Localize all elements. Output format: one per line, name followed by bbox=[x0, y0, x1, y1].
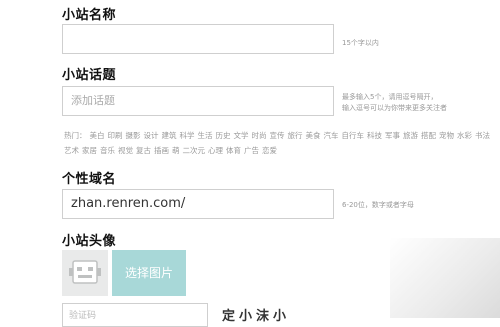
hot-topic-tag[interactable]: 科学 bbox=[180, 131, 195, 140]
hot-topic-tag[interactable]: 摄影 bbox=[126, 131, 141, 140]
hot-topic-tag[interactable]: 设计 bbox=[144, 131, 159, 140]
hot-topic-tag[interactable]: 历史 bbox=[216, 131, 231, 140]
hot-topic-tag[interactable]: 建筑 bbox=[162, 131, 177, 140]
hot-topic-tag[interactable]: 汽车 bbox=[324, 131, 339, 140]
blurred-corner bbox=[390, 238, 500, 318]
avatar-preview bbox=[62, 250, 108, 296]
domain-hint: 6-20位，数字或者字母 bbox=[342, 201, 414, 209]
hot-topic-tag[interactable]: 文学 bbox=[234, 131, 249, 140]
hot-topic-tag[interactable]: 艺术 bbox=[64, 146, 79, 155]
site-topic-hint-1: 最多输入5个，请用逗号隔开， bbox=[342, 93, 438, 101]
hot-topic-tag[interactable]: 旅行 bbox=[288, 131, 303, 140]
robot-avatar-icon bbox=[69, 260, 101, 284]
select-image-button[interactable]: 选择图片 bbox=[112, 250, 186, 296]
hot-topics-list: 热门： 美白 印刷 摄影 设计 建筑 科学 生活 历史 文学 时尚 宣传 旅行 美食 汽车 自行车 科技 军事 旅游… bbox=[64, 128, 496, 158]
captcha-input[interactable]: 验证码 bbox=[62, 303, 208, 327]
site-name-input[interactable] bbox=[62, 24, 334, 54]
hot-topic-tag[interactable]: 音乐 bbox=[100, 146, 115, 155]
hot-topic-tag[interactable]: 旅游 bbox=[403, 131, 418, 140]
domain-input[interactable]: zhan.renren.com/ bbox=[62, 189, 334, 219]
hot-topic-tag[interactable]: 宣传 bbox=[270, 131, 285, 140]
hot-topic-tag[interactable]: 体育 bbox=[226, 146, 241, 155]
hot-topic-tag[interactable]: 科技 bbox=[367, 131, 382, 140]
site-name-label: 小站名称 bbox=[62, 8, 117, 23]
hot-topic-tag[interactable]: 二次元 bbox=[183, 146, 206, 155]
captcha-image[interactable]: 定小沫小 bbox=[222, 305, 302, 324]
hot-topic-tag[interactable]: 书法 bbox=[475, 131, 490, 140]
hot-topic-tag[interactable]: 宠物 bbox=[439, 131, 454, 140]
hot-topic-tag[interactable]: 家居 bbox=[82, 146, 97, 155]
hot-topic-tag[interactable]: 复古 bbox=[136, 146, 151, 155]
site-name-hint: 15个字以内 bbox=[342, 39, 379, 47]
domain-label: 个性域名 bbox=[62, 172, 117, 187]
hot-topic-tag[interactable]: 军事 bbox=[385, 131, 400, 140]
site-topic-label: 小站话题 bbox=[62, 68, 117, 83]
hot-topic-tag[interactable]: 美食 bbox=[306, 131, 321, 140]
avatar-label: 小站头像 bbox=[62, 234, 117, 249]
hot-topic-tag[interactable]: 水彩 bbox=[457, 131, 472, 140]
hot-topic-tag[interactable]: 插画 bbox=[154, 146, 169, 155]
hot-topics-prefix: 热门： bbox=[64, 131, 87, 140]
hot-topic-tag[interactable]: 美白 bbox=[90, 131, 105, 140]
hot-topic-tag[interactable]: 搭配 bbox=[421, 131, 436, 140]
hot-topic-tag[interactable]: 印刷 bbox=[108, 131, 123, 140]
hot-topic-tag[interactable]: 广告 bbox=[244, 146, 259, 155]
hot-topic-tag[interactable]: 心理 bbox=[208, 146, 223, 155]
hot-topic-tag[interactable]: 视觉 bbox=[118, 146, 133, 155]
hot-topic-tag[interactable]: 萌 bbox=[172, 146, 180, 155]
hot-topic-tag[interactable]: 恋爱 bbox=[262, 146, 277, 155]
hot-topic-tag[interactable]: 时尚 bbox=[252, 131, 267, 140]
site-topic-input[interactable]: 添加话题 bbox=[62, 86, 334, 116]
site-topic-hint-2: 输入逗号可以为你带来更多关注者 bbox=[342, 104, 447, 112]
hot-topic-tag[interactable]: 自行车 bbox=[342, 131, 365, 140]
hot-topic-tag[interactable]: 生活 bbox=[198, 131, 213, 140]
